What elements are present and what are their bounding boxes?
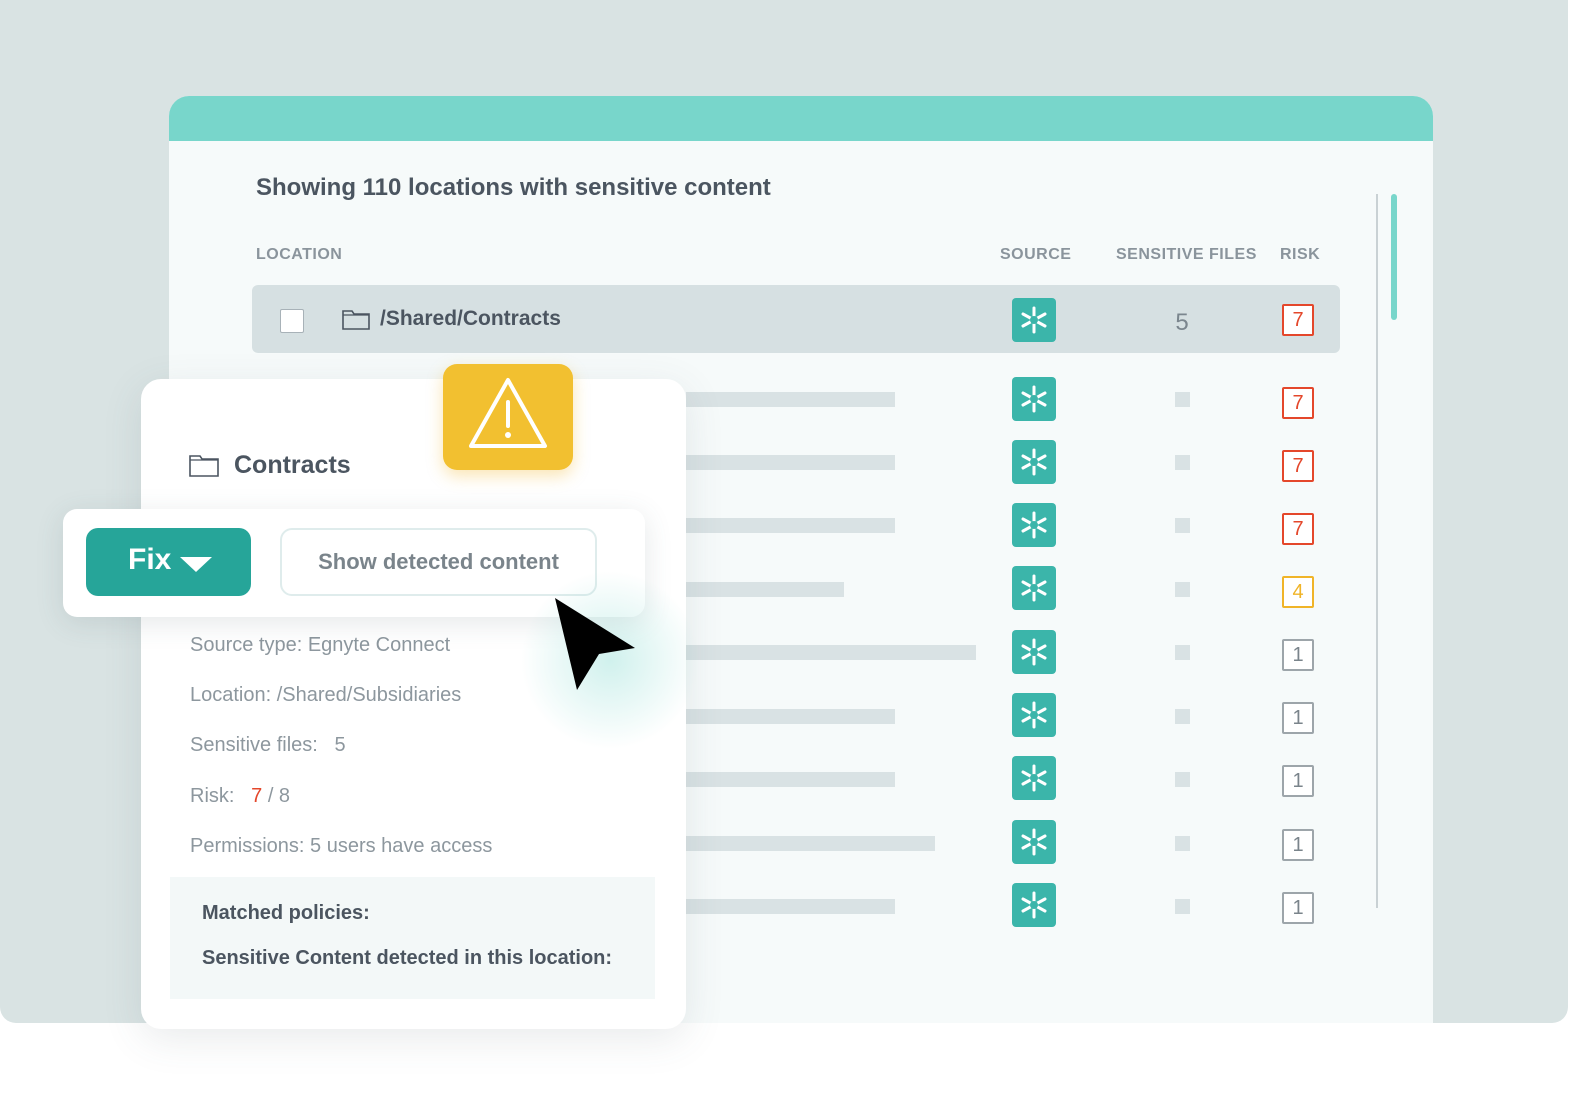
risk-badge: 4	[1282, 576, 1314, 608]
risk-badge: 1	[1282, 702, 1314, 734]
sensitive-files-label: Sensitive files:	[190, 734, 318, 756]
source-egnyte-icon	[1012, 756, 1056, 800]
sensitive-files-value: 5	[334, 734, 346, 756]
risk-badge: 1	[1282, 892, 1314, 924]
source-egnyte-icon	[1012, 630, 1056, 674]
policies-section: Matched policies: Sensitive Content dete…	[170, 877, 655, 999]
column-header-location[interactable]: LOCATION	[256, 246, 342, 264]
source-egnyte-icon	[1012, 883, 1056, 927]
row-location: /Shared/Contracts	[380, 307, 561, 330]
chevron-down-icon	[180, 557, 212, 572]
window-header-bar	[169, 96, 1433, 141]
row-checkbox[interactable]	[280, 309, 304, 333]
fix-dropdown-button[interactable]: Fix	[86, 528, 251, 596]
risk-badge: 1	[1282, 639, 1314, 671]
folder-icon	[342, 310, 370, 330]
risk-badge: 7	[1282, 450, 1314, 482]
count-placeholder	[1175, 455, 1190, 470]
risk-badge: 1	[1282, 829, 1314, 861]
column-header-sensitive-files[interactable]: SENSITIVE FILES	[1116, 246, 1257, 264]
risk-label: Risk:	[190, 785, 235, 807]
row-sensitive-files-count: 5	[1175, 309, 1189, 336]
count-placeholder	[1175, 392, 1190, 407]
risk-info: Risk: 7 / 8	[190, 785, 290, 808]
count-placeholder	[1175, 645, 1190, 660]
folder-icon	[189, 455, 219, 477]
scrollbar-thumb[interactable]	[1391, 194, 1397, 320]
source-egnyte-icon	[1012, 693, 1056, 737]
location-placeholder-bar	[686, 772, 895, 787]
count-placeholder	[1175, 518, 1190, 533]
location-placeholder-bar	[686, 392, 895, 407]
column-header-risk[interactable]: RISK	[1280, 246, 1320, 264]
page-title: Showing 110 locations with sensitive con…	[256, 174, 771, 201]
show-detected-content-button[interactable]: Show detected content	[280, 528, 597, 596]
count-placeholder	[1175, 899, 1190, 914]
source-egnyte-icon	[1012, 566, 1056, 610]
source-type: Source type: Egnyte Connect	[190, 634, 451, 656]
risk-badge: 7	[1282, 387, 1314, 419]
scrollbar-track[interactable]	[1376, 194, 1378, 908]
location-placeholder-bar	[686, 709, 895, 724]
mouse-pointer-icon	[555, 598, 635, 690]
sensitive-files-info: Sensitive files: 5	[190, 734, 346, 757]
location-placeholder-bar	[686, 582, 844, 597]
count-placeholder	[1175, 709, 1190, 724]
count-placeholder	[1175, 772, 1190, 787]
permissions-info: Permissions: 5 users have access	[190, 835, 493, 857]
warning-badge	[443, 364, 573, 470]
matched-policies-label: Matched policies:	[202, 902, 370, 924]
location-placeholder-bar	[686, 645, 976, 660]
location-placeholder-bar	[686, 899, 895, 914]
risk-badge: 7	[1282, 304, 1314, 336]
count-placeholder	[1175, 836, 1190, 851]
column-header-source[interactable]: SOURCE	[1000, 246, 1071, 264]
location-placeholder-bar	[686, 518, 895, 533]
risk-badge: 7	[1282, 513, 1314, 545]
risk-badge: 1	[1282, 765, 1314, 797]
location-placeholder-bar	[686, 455, 895, 470]
source-egnyte-icon	[1012, 820, 1056, 864]
location-path: Location: /Shared/Subsidiaries	[190, 684, 462, 706]
source-egnyte-icon	[1012, 503, 1056, 547]
count-placeholder	[1175, 582, 1190, 597]
source-egnyte-icon	[1012, 377, 1056, 421]
sensitive-content-label: Sensitive Content detected in this locat…	[202, 947, 613, 969]
source-egnyte-icon	[1012, 440, 1056, 484]
risk-max: / 8	[267, 785, 291, 807]
source-egnyte-icon	[1012, 298, 1056, 342]
risk-value: 7	[251, 785, 263, 807]
warning-icon	[469, 378, 547, 448]
panel-title: Contracts	[234, 451, 351, 479]
location-placeholder-bar	[686, 836, 935, 851]
fix-button-label: Fix	[128, 543, 172, 576]
